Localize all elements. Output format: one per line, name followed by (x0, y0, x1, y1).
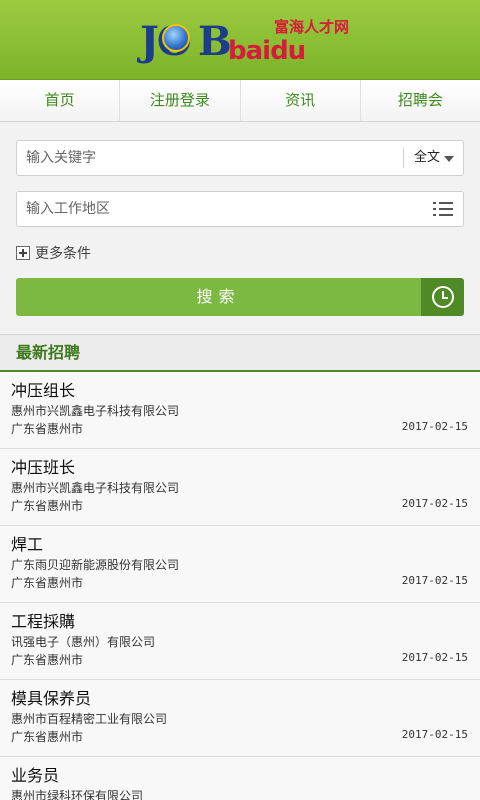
more-conditions-label: 更多条件 (35, 246, 91, 262)
job-list-item[interactable]: 工程採購 讯强电子（惠州）有限公司 广东省惠州市 2017-02-15 (0, 603, 480, 680)
search-button[interactable]: 搜索 (16, 278, 421, 316)
list-icon[interactable] (433, 202, 453, 217)
job-title: 工程採購 (11, 612, 76, 631)
clock-icon (432, 286, 454, 308)
logo-chinese-text: 富海人才网 (274, 18, 350, 36)
job-title: 业务员 (11, 766, 60, 785)
nav-item-register-login[interactable]: 注册登录 (120, 80, 241, 121)
keyword-input[interactable] (17, 141, 397, 175)
job-location: 广东省惠州市 (11, 422, 84, 436)
job-company: 讯强电子（惠州）有限公司 (11, 635, 156, 649)
job-company: 惠州市兴凯鑫电子科技有限公司 (11, 481, 180, 495)
location-input[interactable] (17, 192, 397, 226)
job-list-item[interactable]: 焊工 广东雨贝迎新能源股份有限公司 广东省惠州市 2017-02-15 (0, 526, 480, 603)
job-company: 惠州市兴凯鑫电子科技有限公司 (11, 404, 180, 418)
site-logo[interactable]: JO B baidu 富海人才网 (140, 14, 350, 66)
logo-baidu-text: baidu (228, 36, 306, 66)
globe-icon (162, 24, 190, 52)
job-date: 2017-02-15 (401, 651, 468, 664)
job-date: 2017-02-15 (401, 728, 468, 741)
job-location: 广东省惠州市 (11, 730, 84, 744)
job-company: 惠州市百程精密工业有限公司 (11, 712, 168, 726)
job-location: 广东省惠州市 (11, 576, 84, 590)
app-header: JO B baidu 富海人才网 (0, 0, 480, 80)
job-location: 广东省惠州市 (11, 499, 84, 513)
search-actions: 搜索 (16, 278, 464, 316)
job-list-item[interactable]: 模具保养员 惠州市百程精密工业有限公司 广东省惠州市 2017-02-15 (0, 680, 480, 757)
job-date: 2017-02-15 (401, 420, 468, 433)
plus-icon (16, 246, 30, 260)
logo-b-text: B (198, 18, 232, 65)
job-company: 惠州市绿科环保有限公司 (11, 789, 144, 800)
nav-item-job-fair[interactable]: 招聘会 (361, 80, 480, 121)
nav-item-news[interactable]: 资讯 (241, 80, 361, 121)
search-scope-label: 全文 (414, 150, 441, 165)
job-list-item[interactable]: 业务员 惠州市绿科环保有限公司 (0, 757, 480, 800)
job-title: 冲压组长 (11, 381, 76, 400)
job-title: 冲压班长 (11, 458, 76, 477)
location-field (16, 191, 464, 227)
job-list: 冲压组长 惠州市兴凯鑫电子科技有限公司 广东省惠州市 2017-02-15 冲压… (0, 372, 480, 800)
search-panel: 全文 更多条件 搜索 (0, 122, 480, 334)
search-scope-dropdown[interactable]: 全文 (403, 148, 463, 168)
main-nav: 首页 注册登录 资讯 招聘会 (0, 80, 480, 122)
chevron-down-icon (444, 156, 454, 162)
history-button[interactable] (421, 278, 464, 316)
latest-jobs-heading: 最新招聘 (0, 334, 480, 372)
keyword-field: 全文 (16, 140, 464, 176)
job-title: 焊工 (11, 535, 44, 554)
nav-item-home[interactable]: 首页 (0, 80, 121, 121)
job-title: 模具保养员 (11, 689, 92, 708)
job-company: 广东雨贝迎新能源股份有限公司 (11, 558, 180, 572)
job-date: 2017-02-15 (401, 497, 468, 510)
job-list-item[interactable]: 冲压班长 惠州市兴凯鑫电子科技有限公司 广东省惠州市 2017-02-15 (0, 449, 480, 526)
job-location: 广东省惠州市 (11, 653, 84, 667)
job-list-item[interactable]: 冲压组长 惠州市兴凯鑫电子科技有限公司 广东省惠州市 2017-02-15 (0, 372, 480, 449)
more-conditions-toggle[interactable]: 更多条件 (16, 243, 464, 263)
job-date: 2017-02-15 (401, 574, 468, 587)
